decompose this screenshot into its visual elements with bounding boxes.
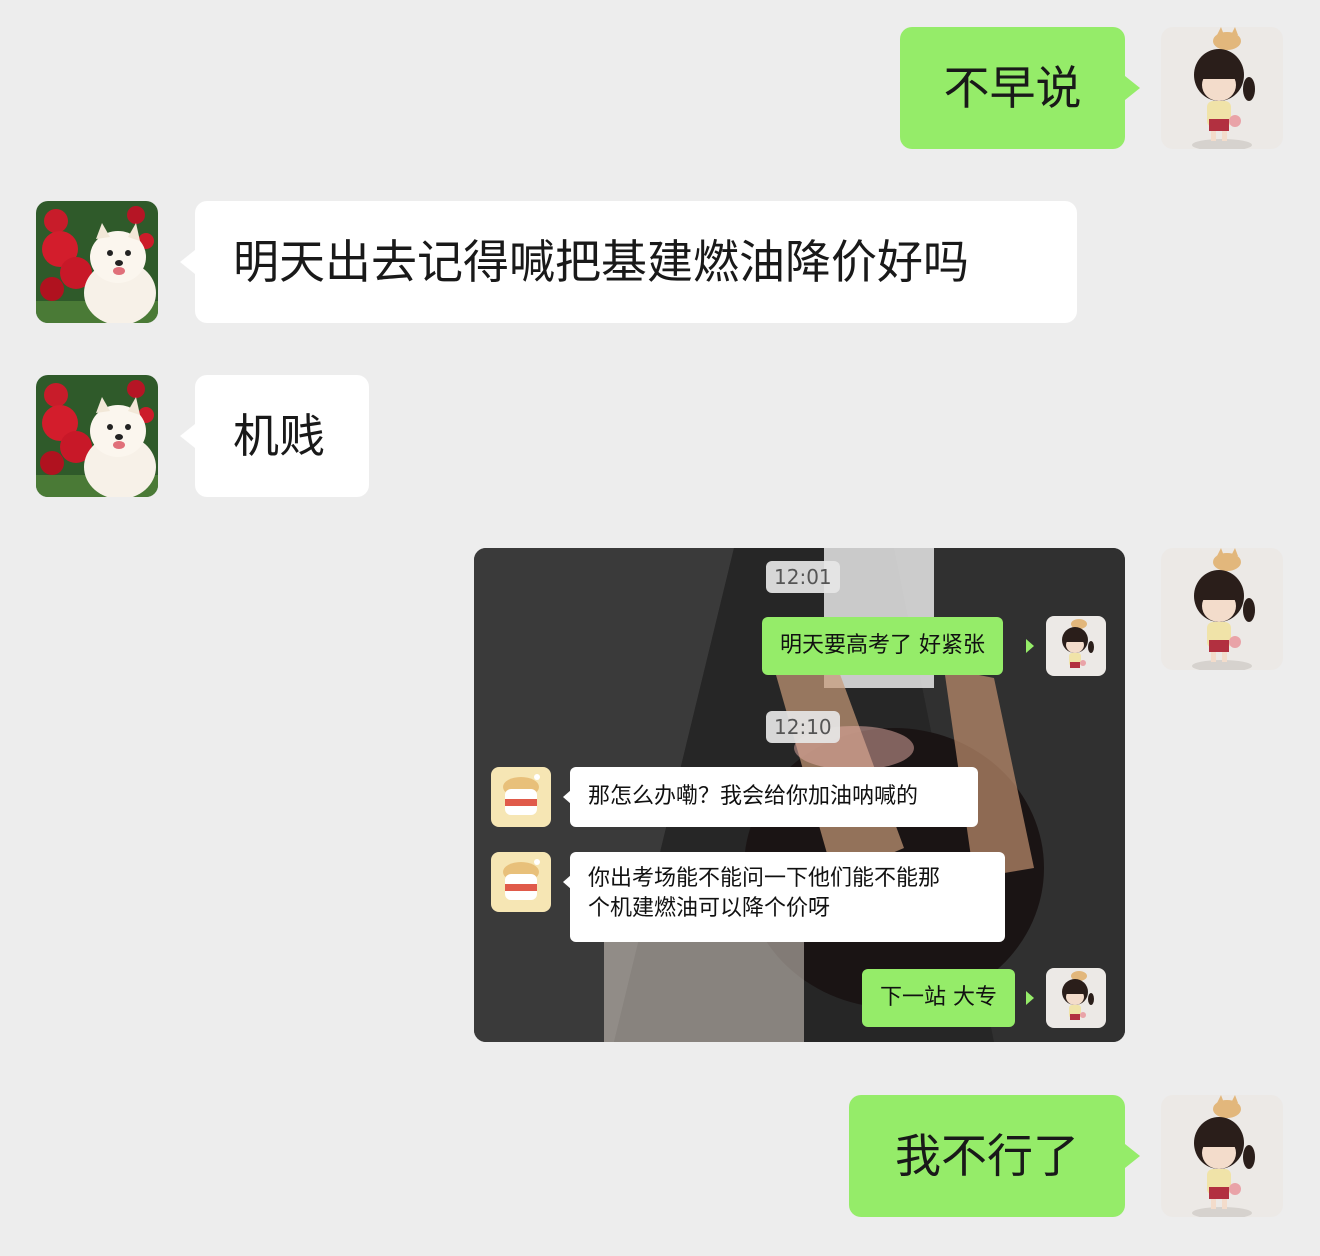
embedded-message-sent: 明天要高考了 好紧张 <box>762 617 1003 675</box>
message-bubble-sent[interactable]: 我不行了 <box>849 1095 1125 1217</box>
embedded-message-received: 你出考场能不能问一下他们能不能那 个机建燃油可以降个价呀 <box>570 852 1005 942</box>
girl-with-cat-avatar-icon <box>1161 1095 1283 1217</box>
my-avatar[interactable] <box>1161 27 1283 149</box>
pudding-cup-avatar-icon <box>491 852 551 912</box>
embedded-my-avatar <box>1046 616 1106 676</box>
timestamp: 12:01 <box>766 561 840 593</box>
message-text: 明天要高考了 好紧张 <box>780 633 985 658</box>
my-avatar[interactable] <box>1161 1095 1283 1217</box>
girl-with-cat-avatar-icon <box>1161 548 1283 670</box>
image-message[interactable]: 12:01 明天要高考了 好紧张 12:10 那怎么办嘞？我会给你加油呐喊的 你… <box>474 548 1125 1042</box>
bubble-tail <box>180 424 195 448</box>
embedded-my-avatar <box>1046 968 1106 1028</box>
my-avatar[interactable] <box>1161 548 1283 670</box>
girl-with-cat-avatar-icon <box>1046 616 1106 676</box>
message-text: 不早说 <box>943 61 1082 115</box>
message-text: 那怎么办嘞？我会给你加油呐喊的 <box>588 784 919 809</box>
pudding-cup-avatar-icon <box>491 767 551 827</box>
bubble-tail <box>1026 991 1034 1005</box>
message-bubble-sent[interactable]: 不早说 <box>900 27 1125 149</box>
bubble-tail <box>1125 76 1140 100</box>
embedded-message-sent: 下一站 大专 <box>862 969 1015 1027</box>
contact-avatar[interactable] <box>36 201 158 323</box>
message-bubble-received[interactable]: 明天出去记得喊把基建燃油降价好吗 <box>195 201 1077 323</box>
message-text: 机贱 <box>233 409 325 463</box>
embedded-contact-avatar <box>491 767 551 827</box>
bubble-tail <box>180 250 195 274</box>
timestamp: 12:10 <box>766 711 840 743</box>
message-text: 明天出去记得喊把基建燃油降价好吗 <box>233 235 969 289</box>
pomeranian-roses-avatar-icon <box>36 201 158 323</box>
bubble-tail <box>1026 639 1034 653</box>
girl-with-cat-avatar-icon <box>1046 968 1106 1028</box>
girl-with-cat-avatar-icon <box>1161 27 1283 149</box>
contact-avatar[interactable] <box>36 375 158 497</box>
message-text-line: 你出考场能不能问一下他们能不能那 <box>588 866 941 891</box>
bubble-tail <box>1125 1144 1140 1168</box>
pomeranian-roses-avatar-icon <box>36 375 158 497</box>
embedded-contact-avatar <box>491 852 551 912</box>
message-text-line: 个机建燃油可以降个价呀 <box>588 896 831 921</box>
message-bubble-received[interactable]: 机贱 <box>195 375 369 497</box>
message-text: 下一站 大专 <box>880 985 997 1010</box>
embedded-message-received: 那怎么办嘞？我会给你加油呐喊的 <box>570 767 978 827</box>
message-text: 我不行了 <box>895 1129 1079 1183</box>
